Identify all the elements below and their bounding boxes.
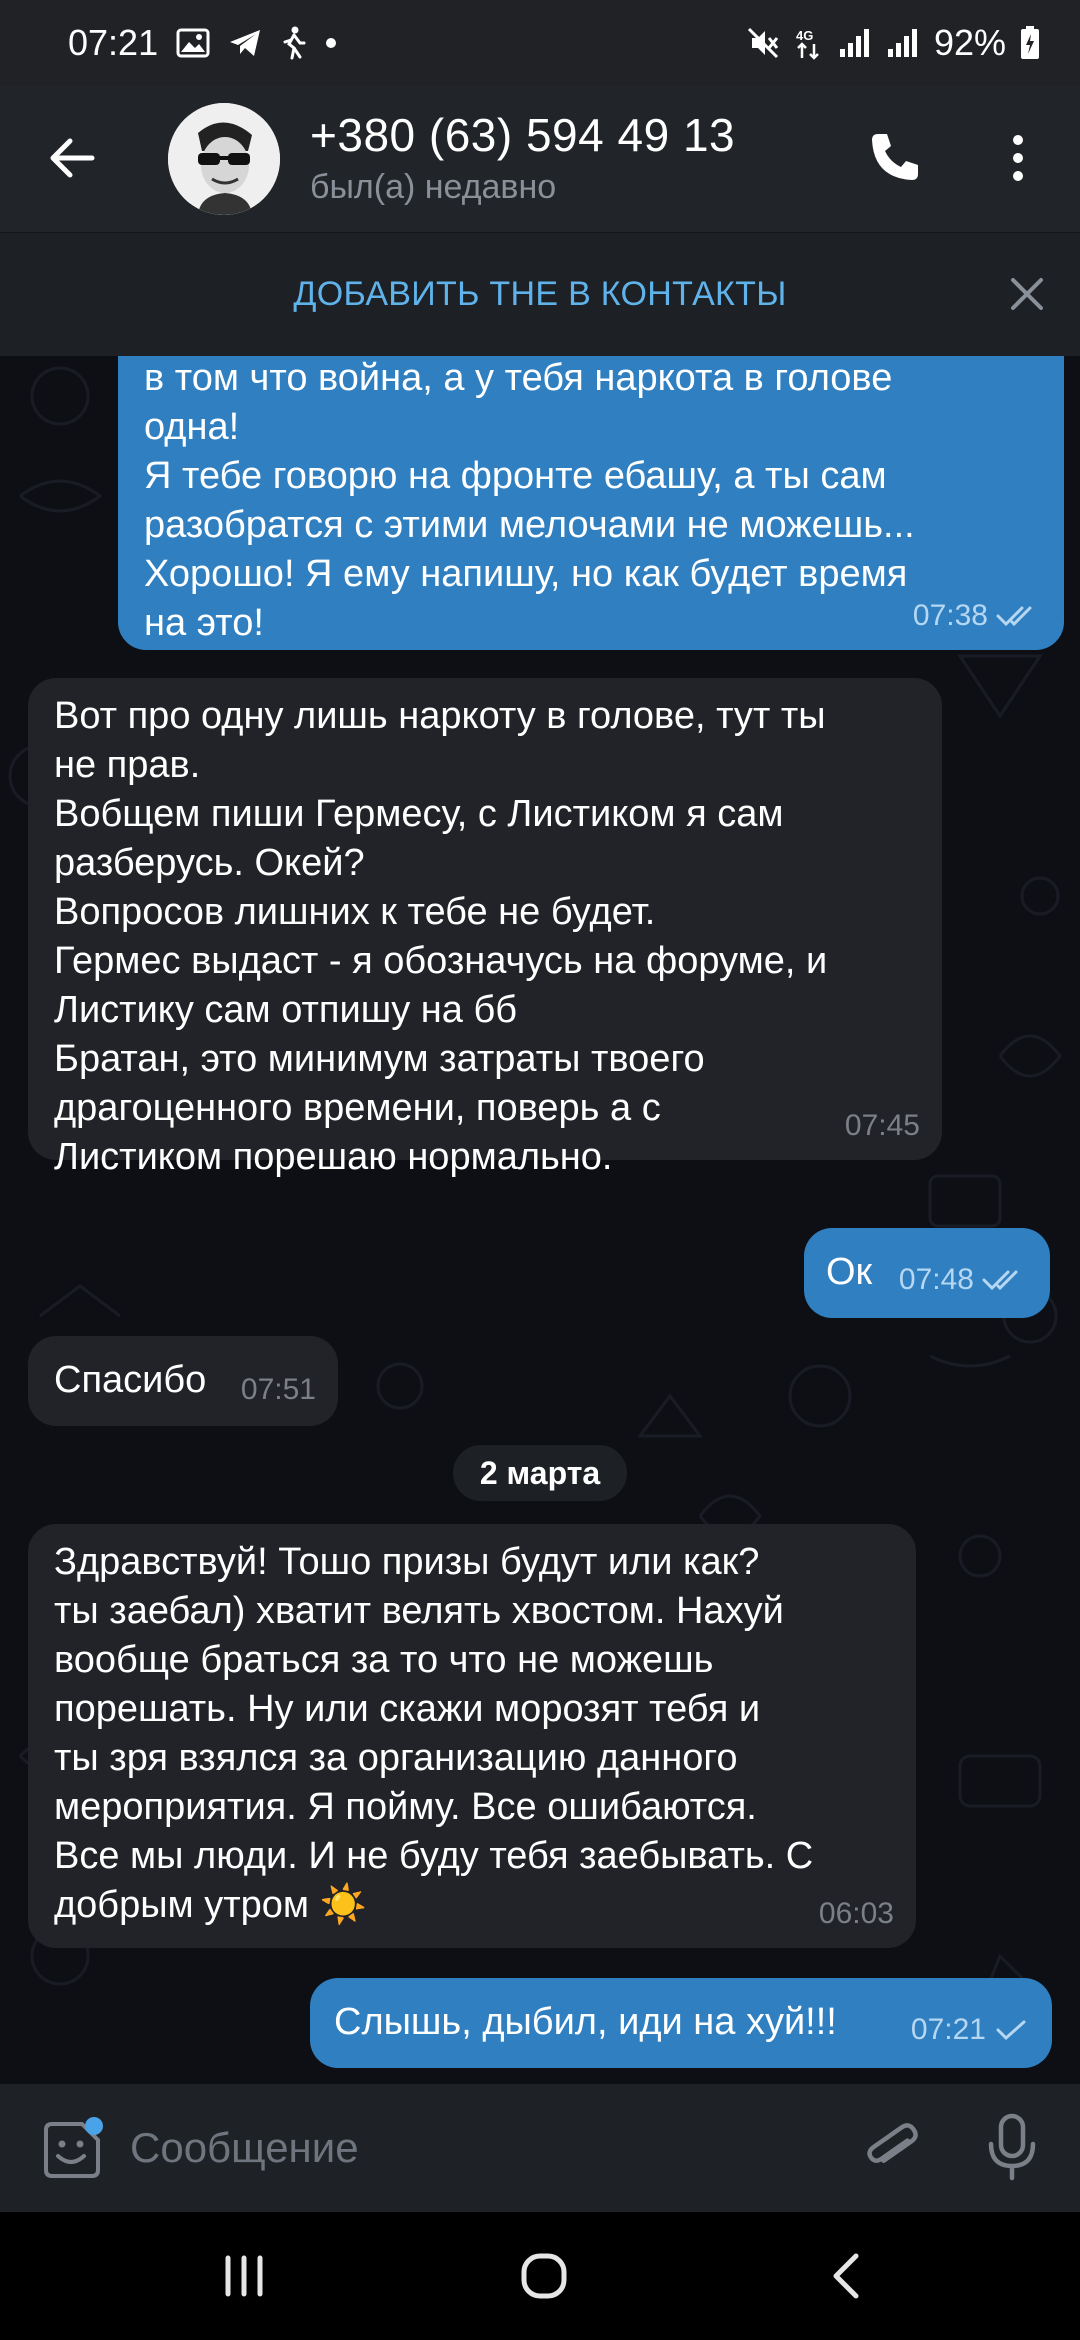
status-time: 07:21 xyxy=(68,22,159,63)
system-navigation-bar xyxy=(0,2212,1080,2340)
voice-record-button[interactable] xyxy=(982,2112,1042,2184)
more-menu-button[interactable] xyxy=(1000,128,1036,188)
svg-text:4G: 4G xyxy=(796,28,813,43)
close-icon xyxy=(1011,278,1043,310)
message-list[interactable]: в том что война, а у тебя наркота в голо… xyxy=(0,356,1080,2084)
message-meta: 07:45 xyxy=(845,1101,920,1150)
message-meta: 07:48 xyxy=(899,1255,1028,1304)
message-time: 07:51 xyxy=(240,1373,316,1406)
double-check-icon xyxy=(996,606,1032,626)
paperclip-icon xyxy=(867,2123,918,2163)
message-bubble-outgoing[interactable]: Ок 07:48 xyxy=(804,1228,1050,1318)
message-composer xyxy=(0,2084,1080,2212)
chat-header: +380 (63) 594 49 13 был(а) недавно xyxy=(0,86,1080,232)
system-back-button[interactable] xyxy=(818,2248,878,2304)
battery-percent: 92% xyxy=(933,22,1006,63)
gallery-icon xyxy=(176,28,210,58)
message-meta: 07:51 xyxy=(241,1365,316,1414)
network-type-icon: 4G xyxy=(794,26,824,60)
message-input[interactable] xyxy=(130,2110,830,2186)
message-meta: 07:38 xyxy=(913,591,1042,640)
message-text: в том что война, а у тебя наркота в голо… xyxy=(144,357,915,644)
recent-apps-icon xyxy=(225,2255,263,2297)
status-bar: 07:21 4G 92% xyxy=(0,0,1080,86)
battery-charging-icon xyxy=(1020,26,1040,60)
attach-button[interactable] xyxy=(860,2116,924,2180)
message-time: 07:21 xyxy=(910,2013,986,2046)
contact-name[interactable]: +380 (63) 594 49 13 xyxy=(310,108,735,162)
message-bubble-outgoing[interactable]: в том что война, а у тебя наркота в голо… xyxy=(118,356,1064,650)
recent-apps-button[interactable] xyxy=(214,2248,274,2304)
double-check-icon xyxy=(982,1270,1018,1290)
more-vertical-icon xyxy=(1013,135,1023,181)
home-icon xyxy=(521,2253,567,2299)
message-bubble-incoming[interactable]: Здравствуй! Тошо призы будут или как? ты… xyxy=(28,1524,916,1948)
microphone-icon xyxy=(988,2113,1036,2181)
walking-icon xyxy=(280,26,306,60)
date-separator: 2 марта xyxy=(453,1445,627,1501)
message-text: Здравствуй! Тошо призы будут или как? ты… xyxy=(54,1541,814,1926)
single-check-icon xyxy=(996,2020,1026,2040)
status-right: 4G 92% xyxy=(746,22,1040,64)
arrow-left-icon xyxy=(50,138,95,178)
status-left: 07:21 xyxy=(68,22,338,64)
message-meta: 07:21 xyxy=(911,2005,1030,2054)
add-contact-button[interactable]: ДОБАВИТЬ THE В КОНТАКТЫ xyxy=(0,275,1080,314)
back-button[interactable] xyxy=(44,130,100,186)
signal-icon xyxy=(838,27,872,59)
emoji-sticker-button[interactable] xyxy=(38,2116,106,2184)
signal-2-icon xyxy=(886,27,920,59)
message-bubble-incoming[interactable]: Спасибо 07:51 xyxy=(28,1336,338,1426)
message-meta: 06:03 xyxy=(819,1889,894,1938)
telegram-chat-screen: 07:21 4G 92% +380 (63) 594 49 13 был(а) … xyxy=(0,0,1080,2340)
home-button[interactable] xyxy=(514,2248,574,2304)
message-bubble-outgoing[interactable]: Слышь, дыбил, иди на хуй!!! 07:21 xyxy=(310,1978,1052,2068)
message-bubble-incoming[interactable]: Вот про одну лишь наркоту в голове, тут … xyxy=(28,678,942,1178)
call-button[interactable] xyxy=(864,128,924,188)
message-time: 07:38 xyxy=(912,599,988,632)
telegram-icon xyxy=(228,28,262,58)
message-text: Вот про одну лишь наркоту в голове, тут … xyxy=(54,695,828,1178)
phone-icon xyxy=(872,134,918,180)
sticker-emoji-icon xyxy=(44,2117,103,2178)
contact-last-seen: был(а) недавно xyxy=(310,168,557,206)
add-contact-bar: ДОБАВИТЬ THE В КОНТАКТЫ xyxy=(0,232,1080,356)
message-time: 07:45 xyxy=(844,1109,920,1142)
chevron-left-icon xyxy=(833,2253,859,2299)
dismiss-add-contact-button[interactable] xyxy=(1008,275,1046,313)
avatar-image xyxy=(168,103,280,215)
message-time: 07:48 xyxy=(898,1263,974,1296)
notification-dot-icon xyxy=(324,36,338,50)
avatar[interactable] xyxy=(168,103,280,215)
message-time: 06:03 xyxy=(818,1897,894,1930)
mute-icon xyxy=(746,26,780,60)
